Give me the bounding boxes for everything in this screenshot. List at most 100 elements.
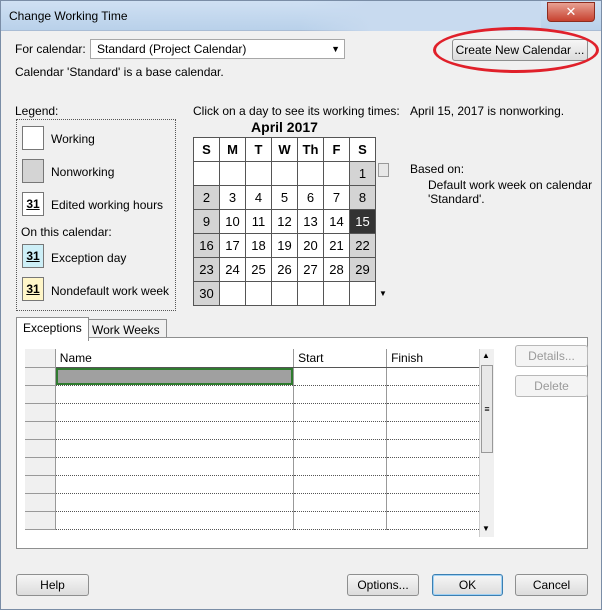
calendar-day-cell [245,281,272,306]
calendar-day-cell[interactable]: 23 [193,257,220,282]
calendar-day-cell[interactable]: 3 [219,185,246,210]
grid-cell[interactable] [293,457,388,476]
calendar-day-cell[interactable]: 2 [193,185,220,210]
cancel-button[interactable]: Cancel [515,574,588,596]
row-header[interactable] [25,493,56,512]
legend-nondefault-label: Nondefault work week [51,284,170,298]
calendar-select[interactable]: Standard (Project Calendar) ▼ [90,39,345,59]
row-header[interactable] [25,385,56,404]
calendar-scroll-thumb[interactable] [378,163,389,177]
calendar-day-cell[interactable]: 17 [219,233,246,258]
help-button[interactable]: Help [16,574,89,596]
calendar-day-cell[interactable]: 22 [349,233,376,258]
scroll-up-icon[interactable]: ▲ [482,351,490,360]
scroll-down-icon[interactable]: ▼ [379,289,387,298]
row-header[interactable] [25,421,56,440]
row-header[interactable] [25,457,56,476]
calendar-day-cell[interactable]: 29 [349,257,376,282]
calendar-day-cell[interactable]: 8 [349,185,376,210]
calendar-day-cell[interactable]: 6 [297,185,324,210]
column-finish[interactable]: Finish [386,349,480,368]
calendar-day-cell[interactable]: 21 [323,233,350,258]
grid-cell[interactable] [386,439,480,458]
calendar-day-cell[interactable]: 16 [193,233,220,258]
calendar-day-cell[interactable]: 24 [219,257,246,282]
table-row[interactable] [25,421,480,440]
exceptions-grid[interactable]: Name Start Finish [25,349,480,530]
grid-cell[interactable] [293,421,388,440]
grid-cell[interactable] [55,367,295,386]
scroll-down-icon[interactable]: ▼ [482,524,490,533]
calendar-day-cell[interactable]: 1 [349,161,376,186]
grid-cell[interactable] [293,493,388,512]
grid-cell[interactable] [55,403,295,422]
ok-button[interactable]: OK [432,574,503,596]
table-row[interactable] [25,511,480,530]
calendar-day-cell[interactable]: 9 [193,209,220,234]
grid-cell[interactable] [55,475,295,494]
calendar-day-cell[interactable]: 14 [323,209,350,234]
details-button[interactable]: Details... [515,345,588,367]
grid-scrollbar[interactable]: ▲ ≡ ▼ [479,349,494,537]
grid-cell[interactable] [55,421,295,440]
calendar-day-cell[interactable]: 7 [323,185,350,210]
table-row[interactable] [25,439,480,458]
calendar-day-cell[interactable]: 5 [271,185,298,210]
grid-cell[interactable] [386,493,480,512]
grid-cell[interactable] [293,511,388,530]
calendar-day-cell[interactable]: 25 [245,257,272,282]
row-header[interactable] [25,439,56,458]
grid-cell[interactable] [386,367,480,386]
column-name[interactable]: Name [55,349,295,368]
calendar-scrollbar[interactable]: ▼ [376,149,390,303]
column-start[interactable]: Start [293,349,388,368]
grid-scroll-thumb[interactable]: ≡ [481,365,493,453]
delete-button[interactable]: Delete [515,375,588,397]
for-calendar-label: For calendar: [15,42,86,56]
table-row[interactable] [25,403,480,422]
calendar-day-cell[interactable]: 20 [297,233,324,258]
calendar-day-cell[interactable]: 4 [245,185,272,210]
grid-cell[interactable] [386,421,480,440]
calendar-day-cell[interactable]: 26 [271,257,298,282]
calendar-day-cell[interactable]: 10 [219,209,246,234]
close-button[interactable]: ✕ [547,2,595,22]
calendar-day-cell[interactable]: 28 [323,257,350,282]
table-row[interactable] [25,475,480,494]
row-header[interactable] [25,511,56,530]
grid-cell[interactable] [386,457,480,476]
table-row[interactable] [25,457,480,476]
table-row[interactable] [25,367,480,386]
grid-cell[interactable] [293,439,388,458]
grid-cell[interactable] [386,475,480,494]
calendar-day-cell[interactable]: 18 [245,233,272,258]
grid-cell[interactable] [386,511,480,530]
grid-cell[interactable] [55,511,295,530]
table-row[interactable] [25,493,480,512]
table-row[interactable] [25,385,480,404]
grid-cell[interactable] [293,403,388,422]
calendar-day-cell[interactable]: 11 [245,209,272,234]
grid-cell[interactable] [293,475,388,494]
row-header[interactable] [25,475,56,494]
grid-cell[interactable] [386,403,480,422]
calendar-day-cell[interactable]: 15 [349,209,376,234]
grid-cell[interactable] [55,385,295,404]
grid-cell[interactable] [55,439,295,458]
calendar-day-header: S [193,137,220,162]
legend-on-this-calendar: On this calendar: [21,225,112,239]
grid-cell[interactable] [293,367,388,386]
calendar-day-cell[interactable]: 27 [297,257,324,282]
options-button[interactable]: Options... [347,574,419,596]
grid-cell[interactable] [386,385,480,404]
calendar-day-cell[interactable]: 12 [271,209,298,234]
calendar-day-cell[interactable]: 13 [297,209,324,234]
calendar-day-cell[interactable]: 30 [193,281,220,306]
row-header[interactable] [25,403,56,422]
grid-cell[interactable] [293,385,388,404]
grid-cell[interactable] [55,457,295,476]
calendar-day-cell[interactable]: 19 [271,233,298,258]
grid-cell[interactable] [55,493,295,512]
tab-exceptions[interactable]: Exceptions [16,317,89,341]
row-header[interactable] [25,367,56,386]
